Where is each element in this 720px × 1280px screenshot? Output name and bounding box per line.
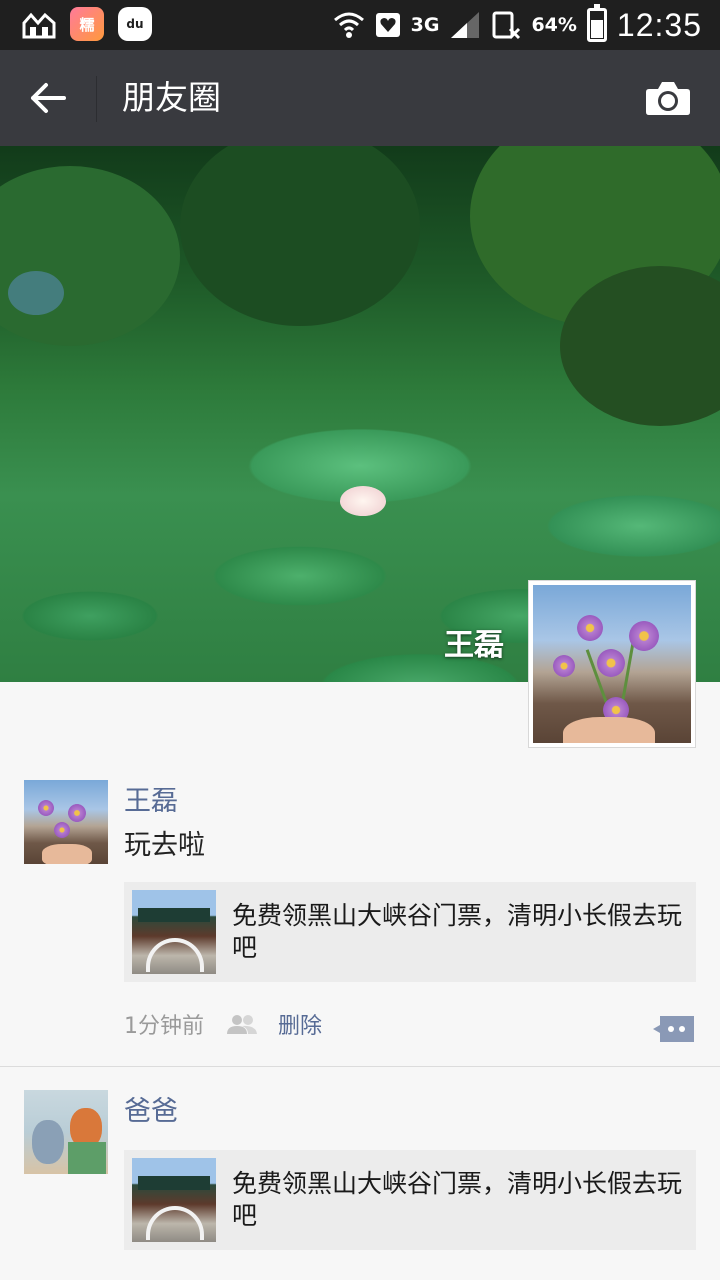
flower-bloom [54,822,70,838]
post-author[interactable]: 王磊 [124,784,178,820]
status-bar-notifications: 糯 du [22,7,152,41]
cover-avatar[interactable] [528,580,696,748]
home-app-icon [22,7,56,41]
flower-bloom [629,621,659,651]
avatar-flower-photo [533,585,691,743]
network-type: 3G [410,14,440,36]
post-avatar[interactable] [24,780,108,864]
title-divider [96,76,97,122]
flower-bloom [553,655,575,677]
gate-roof [138,1176,210,1190]
post-meta: 1分钟前 删除 [124,1008,322,1040]
battery-percent: 64% [531,14,577,36]
gate-arch [146,1206,204,1240]
gate-arch [146,938,204,972]
battery-fill [590,20,603,38]
cover-user-name: 王磊 [444,628,504,663]
link-card[interactable]: 免费领黑山大峡谷门票，清明小长假去玩吧 [124,1150,696,1250]
camera-icon [646,82,690,115]
post-text: 玩去啦 [124,830,205,861]
health-icon [375,13,400,37]
du-app-icon: du [118,7,152,41]
post-time: 1分钟前 [124,1014,204,1039]
signal-icon [451,12,480,38]
post-author[interactable]: 爸爸 [124,1094,178,1130]
no-sim-icon [492,11,521,40]
camera-button[interactable] [642,74,694,122]
flower-bloom [38,800,54,816]
lotus-flower [340,486,386,516]
flower-bloom [577,615,603,641]
link-title: 免费领黑山大峡谷门票，清明小长假去玩吧 [232,1169,683,1230]
status-bar: 糯 du 3G 64% 12:35 [0,0,720,50]
cover-tree [180,146,420,326]
link-thumbnail [132,1158,216,1242]
post-avatar[interactable] [24,1090,108,1174]
flower-bloom [68,804,86,822]
cover-tree [0,166,180,346]
bunny-figure [32,1120,64,1164]
battery-icon [586,4,607,42]
hand [563,717,655,743]
back-button[interactable] [20,70,76,126]
people-icon[interactable] [226,1014,258,1034]
gate-roof [138,908,210,922]
post-divider [0,1066,720,1067]
title-bar: 朋友圈 [0,50,720,146]
delete-link[interactable]: 删除 [278,1008,322,1040]
flower-bloom [597,649,625,677]
cover-watermark [8,271,64,315]
link-title: 免费领黑山大峡谷门票，清明小长假去玩吧 [232,901,683,962]
status-bar-system: 3G 64% 12:35 [333,0,702,50]
link-card[interactable]: 免费领黑山大峡谷门票，清明小长假去玩吧 [124,882,696,982]
arrow-left-icon [31,83,66,113]
avatar-cartoon [24,1090,108,1174]
link-thumbnail [132,890,216,974]
fox-shirt [68,1142,106,1174]
hand [42,844,92,864]
comment-icon[interactable] [652,1014,696,1044]
wifi-icon [333,12,364,38]
avatar-flower-photo [24,780,108,864]
clock: 12:35 [616,6,702,43]
page-title: 朋友圈 [122,78,221,117]
nuomi-app-icon: 糯 [70,7,104,41]
